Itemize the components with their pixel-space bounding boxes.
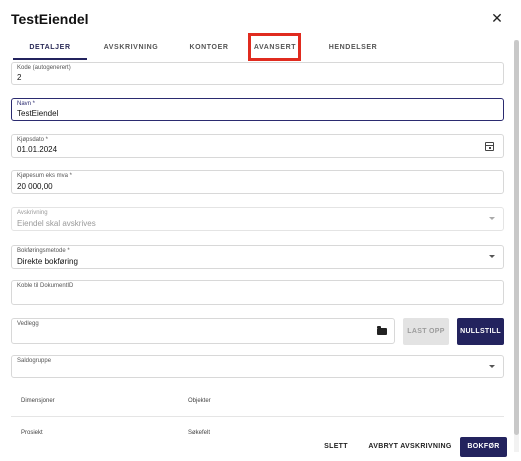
kjopsdato-field[interactable]: Kjøpsdato * 01.01.2024 <box>11 134 504 158</box>
avskrivning-select: Avskrivning Eiendel skal avskrives <box>11 207 504 231</box>
kjopesum-label: Kjøpesum eks mva * <box>17 173 73 179</box>
avbryt-avskrivning-button[interactable]: AVBRYT AVSKRIVNING <box>366 437 454 457</box>
calendar-icon[interactable] <box>485 142 494 151</box>
objekter-header: Objekter <box>188 398 211 404</box>
bokforingsmetode-select[interactable]: Bokføringsmetode * Direkte bokføring <box>11 245 504 269</box>
kjopsdato-value: 01.01.2024 <box>17 145 58 154</box>
vedlegg-label: Vedlegg <box>17 321 39 327</box>
kjopsdato-label: Kjøpsdato * <box>17 137 49 143</box>
chevron-down-icon[interactable] <box>489 364 495 368</box>
avskrivning-label: Avskrivning <box>17 210 48 216</box>
dimensions-header-row: Dimensjoner Objekter <box>11 390 504 417</box>
chevron-down-icon <box>489 217 495 220</box>
dialog-footer: SLETT AVBRYT AVSKRIVNING BOKFØR <box>0 434 514 461</box>
close-icon[interactable]: ✕ <box>490 10 504 26</box>
chevron-down-icon[interactable] <box>489 255 495 258</box>
avskrivning-value: Eiendel skal avskrives <box>17 219 96 228</box>
tab-avansert[interactable]: AVANSERT <box>249 38 301 58</box>
kjopesum-field[interactable]: Kjøpesum eks mva * 20 000,00 <box>11 170 504 194</box>
navn-field[interactable]: Navn * TestEiendel <box>11 98 504 121</box>
kode-field[interactable]: Kode (autogenerert) 2 <box>11 62 504 85</box>
saldogruppe-label: Saldogruppe <box>17 358 52 364</box>
navn-value: TestEiendel <box>17 109 59 118</box>
dimensjoner-header: Dimensjoner <box>21 398 55 404</box>
tab-bar: DETALJER AVSKRIVNING KONTOER AVANSERT HE… <box>11 38 504 60</box>
dialog-title: TestEiendel <box>11 11 89 27</box>
koble-label: Koble til DokumentID <box>17 283 74 289</box>
kjopesum-value: 20 000,00 <box>17 182 53 191</box>
tab-detaljer[interactable]: DETALJER <box>13 38 87 58</box>
nullstill-button[interactable]: NULLSTILL <box>457 318 504 345</box>
slett-button[interactable]: SLETT <box>318 437 354 457</box>
tab-hendelser[interactable]: HENDELSER <box>317 38 389 58</box>
kode-label: Kode (autogenerert) <box>17 65 71 71</box>
form-content: Kode (autogenerert) 2 Navn * TestEiendel… <box>0 60 514 461</box>
tab-avskrivning[interactable]: AVSKRIVNING <box>91 38 171 58</box>
koble-dokumentid-field[interactable]: Koble til DokumentID <box>11 280 504 305</box>
folder-icon[interactable] <box>377 326 387 335</box>
saldogruppe-select[interactable]: Saldogruppe <box>11 355 504 378</box>
tab-kontoer[interactable]: KONTOER <box>175 38 243 58</box>
navn-label: Navn * <box>17 101 36 107</box>
scrollbar-thumb[interactable] <box>514 40 519 435</box>
bokfor-button[interactable]: BOKFØR <box>460 437 507 457</box>
asset-dialog: TestEiendel ✕ DETALJER AVSKRIVNING KONTO… <box>0 0 521 461</box>
vedlegg-field[interactable]: Vedlegg <box>11 318 395 344</box>
bokforingsmetode-label: Bokføringsmetode * <box>17 248 70 254</box>
last-opp-button[interactable]: LAST OPP <box>403 318 449 345</box>
kode-value: 2 <box>17 73 22 82</box>
bokforingsmetode-value: Direkte bokføring <box>17 257 78 266</box>
